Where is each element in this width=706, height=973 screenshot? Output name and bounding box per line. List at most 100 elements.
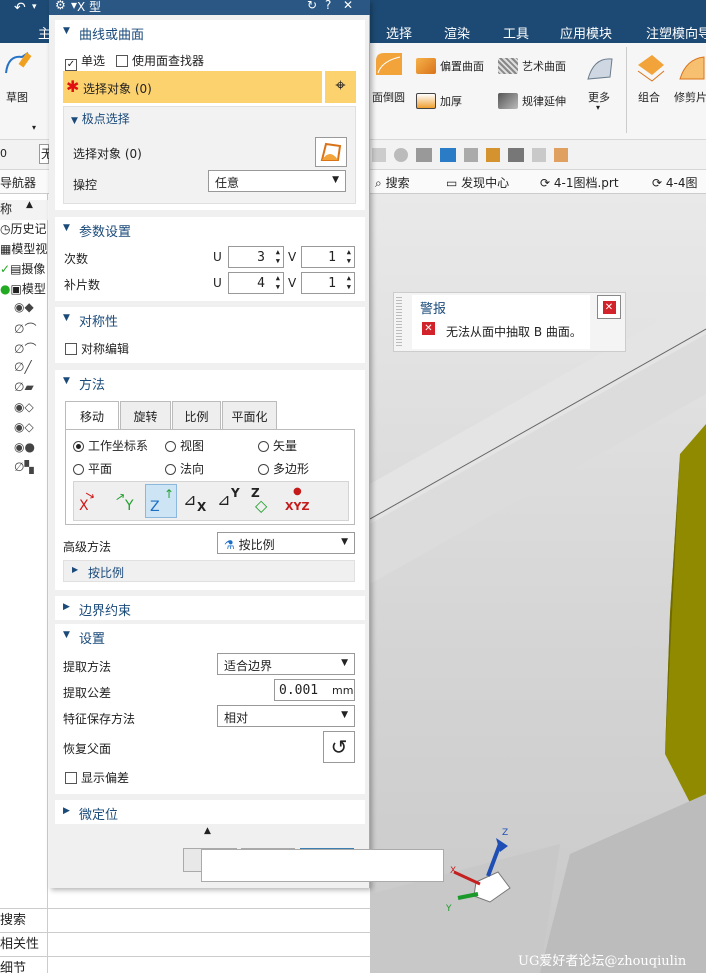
- toolbar-value-1[interactable]: 0: [0, 147, 7, 160]
- face-finder-checkbox[interactable]: 使用面查找器: [116, 52, 204, 69]
- dialog-title-bar[interactable]: ⚙ ▾ X 型 ↻ ? ✕: [49, 0, 370, 15]
- tab-move[interactable]: 移动: [65, 401, 119, 430]
- sketch-label[interactable]: 草图: [6, 89, 28, 105]
- section-curve-or-surface[interactable]: ▼ 曲线或曲面: [55, 20, 365, 44]
- axis-z-button[interactable]: Z ↑: [145, 484, 177, 518]
- plane-x-button[interactable]: ⊿ X: [181, 486, 213, 518]
- patches-u-spinner[interactable]: 4 ▲ ▼: [228, 272, 284, 294]
- tree-row-feature[interactable]: ◉◇: [0, 420, 48, 440]
- offset-surface-button[interactable]: 偏置曲面: [416, 58, 484, 74]
- section-method[interactable]: ▼ 方法: [55, 370, 365, 394]
- combine-label[interactable]: 组合: [638, 89, 660, 105]
- tree-row-model-view[interactable]: ▦模型视: [0, 240, 48, 260]
- chevron-down-icon[interactable]: ▾: [32, 123, 36, 132]
- type-filter-select[interactable]: 无: [39, 144, 53, 164]
- radio-view[interactable]: 视图: [165, 437, 204, 454]
- radio-vector[interactable]: 矢量: [258, 437, 297, 454]
- gear-icon[interactable]: ⚙: [55, 0, 66, 12]
- axis-y-button[interactable]: Y →: [111, 486, 145, 518]
- art-surface-button[interactable]: 艺术曲面: [498, 58, 566, 74]
- section-symmetry[interactable]: ▼ 对称性: [55, 307, 365, 331]
- tree-row-feature[interactable]: ∅▚: [0, 460, 48, 480]
- sort-icon[interactable]: ▲: [26, 200, 33, 210]
- face-fillet-label[interactable]: 面倒圆: [372, 89, 405, 105]
- tree-row-model[interactable]: ●▣模型: [0, 280, 48, 300]
- extract-method-select[interactable]: 适合边界 ▼: [217, 653, 355, 675]
- section-params[interactable]: ▼ 参数设置: [55, 217, 365, 241]
- discover-tab[interactable]: ▭ 发现中心: [446, 174, 509, 191]
- tree-row-history[interactable]: ◷历史记: [0, 220, 48, 240]
- snap-point-icon[interactable]: [440, 148, 456, 162]
- file-tab-1[interactable]: ⟳ 4-1图档.prt: [540, 174, 619, 191]
- trim-sheet-icon[interactable]: [678, 53, 706, 83]
- view-cube-icon[interactable]: [532, 148, 546, 162]
- xyz-button[interactable]: ● XYZ: [283, 486, 315, 518]
- ribbon-tab-render[interactable]: 渲染: [444, 23, 470, 42]
- radio-normal[interactable]: 法向: [165, 460, 204, 477]
- more-icon[interactable]: [584, 53, 614, 83]
- tree-row-feature[interactable]: ◉◇: [0, 400, 48, 420]
- radio-wcs[interactable]: 工作坐标系: [73, 437, 148, 454]
- select-object-row[interactable]: ✱ 选择对象 (0): [63, 71, 322, 103]
- tree-row-feature[interactable]: ◉●: [0, 440, 48, 460]
- single-select-checkbox[interactable]: ✓ 单选: [65, 52, 105, 71]
- panel-search[interactable]: 搜索: [0, 908, 370, 930]
- restore-parent-button[interactable]: ↺: [323, 731, 355, 763]
- manipulate-select[interactable]: 任意 ▼: [208, 170, 346, 192]
- tab-planarize[interactable]: 平面化: [222, 401, 277, 429]
- ribbon-tab-select[interactable]: 选择: [386, 23, 412, 42]
- drag-handle[interactable]: [396, 297, 402, 347]
- axis-x-button[interactable]: X →: [75, 486, 109, 518]
- advanced-method-select[interactable]: ⚗ 按比例 ▼: [217, 532, 355, 554]
- layer-icon[interactable]: [416, 148, 432, 162]
- section-boundary[interactable]: ▶ 边界约束: [55, 596, 365, 620]
- tab-rotate[interactable]: 旋转: [120, 401, 171, 429]
- shade-icon[interactable]: [554, 148, 568, 162]
- by-ratio-group[interactable]: ▶ 按比例: [63, 560, 355, 582]
- search-tab[interactable]: ⌕ 搜索: [375, 174, 410, 191]
- panel-details[interactable]: 细节: [0, 956, 370, 973]
- arrow-select-icon[interactable]: [508, 148, 524, 162]
- tree-row-camera[interactable]: ✓▤摄像: [0, 260, 48, 280]
- undo-icon[interactable]: ↶: [14, 0, 26, 16]
- crosshair-icon[interactable]: ⌖: [324, 71, 356, 103]
- tree-row-feature[interactable]: ∅⌒: [0, 340, 48, 360]
- plane-y-button[interactable]: ⊿ Y: [215, 486, 247, 518]
- cube-select-icon[interactable]: [486, 148, 500, 162]
- close-icon[interactable]: ✕: [343, 0, 353, 12]
- tree-row-feature[interactable]: ◉◆: [0, 300, 48, 320]
- reset-icon[interactable]: ↻: [307, 0, 317, 12]
- section-micro-position[interactable]: ▶ 微定位: [55, 800, 365, 824]
- ribbon-tab-mold-wizard[interactable]: 注塑模向导: [646, 23, 706, 42]
- filter-icon[interactable]: [394, 148, 408, 162]
- collapse-more-icon[interactable]: ▲: [204, 826, 211, 836]
- chevron-down-icon[interactable]: ▾: [596, 103, 600, 112]
- pole-select-button[interactable]: [315, 137, 347, 167]
- extract-tol-input[interactable]: 0.001 mm: [274, 679, 355, 701]
- csys-triad[interactable]: Z Y X: [440, 824, 520, 924]
- patches-v-spinner[interactable]: 1 ▲ ▼: [301, 272, 355, 294]
- thicken-button[interactable]: 加厚: [416, 93, 462, 109]
- feature-save-select[interactable]: 相对 ▼: [217, 705, 355, 727]
- symmetric-edit-checkbox[interactable]: 对称编辑: [65, 340, 129, 357]
- plane-z-button[interactable]: Z ◇: [249, 486, 281, 518]
- ruled-extend-button[interactable]: 规律延伸: [498, 93, 566, 109]
- section-settings[interactable]: ▼ 设置: [55, 624, 365, 648]
- file-tab-2[interactable]: ⟳ 4-4图: [652, 174, 698, 191]
- tree-row-feature[interactable]: ∅╱: [0, 360, 48, 380]
- tab-scale[interactable]: 比例: [172, 401, 221, 429]
- help-icon[interactable]: ?: [325, 0, 331, 12]
- tree-row-feature[interactable]: ∅▰: [0, 380, 48, 400]
- snap-grid-icon[interactable]: [464, 148, 478, 162]
- box-icon[interactable]: [372, 148, 386, 162]
- show-offset-checkbox[interactable]: 显示偏差: [65, 769, 129, 786]
- navigator-label[interactable]: 导航器: [0, 174, 36, 191]
- combine-icon[interactable]: [636, 53, 666, 83]
- sketch-icon[interactable]: [2, 49, 34, 79]
- radio-polygon[interactable]: 多边形: [258, 460, 309, 477]
- chevron-down-icon[interactable]: ▾: [32, 2, 37, 12]
- face-fillet-icon[interactable]: [374, 51, 404, 79]
- degree-v-spinner[interactable]: 1 ▲ ▼: [301, 246, 355, 268]
- trim-sheet-label[interactable]: 修剪片: [674, 89, 706, 105]
- alert-close-button[interactable]: ✕: [597, 295, 621, 319]
